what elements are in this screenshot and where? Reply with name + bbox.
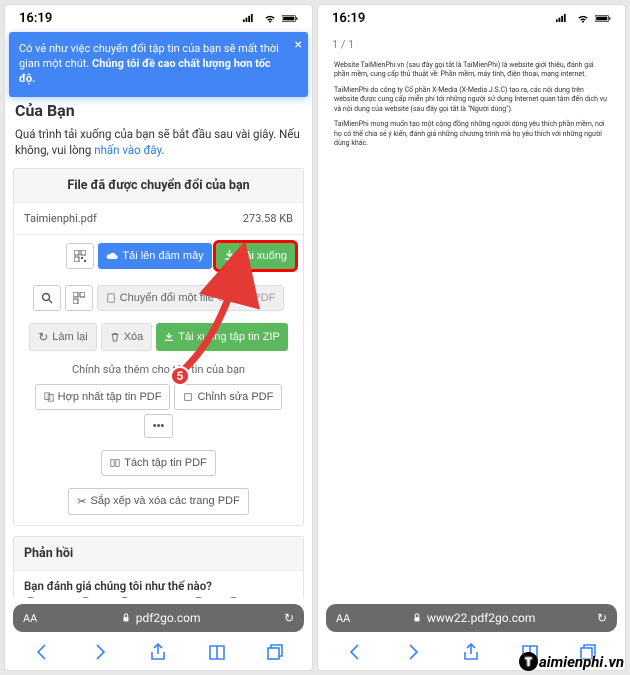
info-banner: × Có vẻ như việc chuyển đổi tập tin của … (9, 32, 308, 97)
right-phone: 16:19 1 / 1 Website TaiMienPhi.vn (sau đ… (317, 4, 626, 671)
feedback-question: Bạn đánh giá chúng tôi như thế nào? (14, 571, 303, 597)
merge-pdf-label: Hợp nhất tập tin PDF (58, 391, 162, 403)
split-pdf-button[interactable]: Tách tập tin PDF (101, 450, 216, 476)
share-button[interactable] (461, 642, 481, 662)
convert-again-label: Chuyển đổi một file (120, 292, 214, 304)
download-zip-button[interactable]: Tải xuống tập tin ZIP (156, 323, 288, 351)
status-icons-right (555, 13, 611, 24)
back-button[interactable] (345, 642, 365, 662)
redo-button[interactable]: ↻ Làm lại (29, 323, 97, 351)
status-bar: 16:19 (5, 5, 312, 28)
aa-button[interactable]: AA (23, 612, 37, 625)
bookmarks-button[interactable] (207, 642, 227, 662)
file-name: Taimienphi.pdf (24, 212, 97, 225)
download-zip-label: Tải xuống tập tin ZIP (178, 331, 280, 343)
feedback-opt-3[interactable]: Trung bình (118, 597, 184, 598)
delete-button[interactable]: Xóa (101, 323, 153, 351)
feedback-opt-2[interactable]: Tốt (79, 597, 110, 598)
cloud-upload-button[interactable]: Tải lên đám mây (98, 243, 211, 269)
sort-delete-label: Sắp xếp và xóa các trang PDF (91, 495, 240, 507)
convert-again-button[interactable]: Chuyển đổi một file c sang PDF (97, 285, 285, 311)
edit-pdf-label: Chỉnh sửa PDF (197, 391, 273, 403)
share-button[interactable] (148, 642, 168, 662)
download-label: Tải xuống (239, 250, 287, 262)
more-button[interactable]: ••• (144, 414, 174, 438)
safari-nav (5, 638, 312, 670)
lock-icon (412, 613, 422, 623)
status-icons (242, 13, 298, 24)
safari-chrome: AA pdf2go.com ↻ (5, 598, 312, 670)
page-paragraph: Quá trình tải xuống của bạn sẽ bắt đầu s… (15, 126, 302, 158)
pdf-document: Website TaiMienPhi.vn (sau đây gọi tắt l… (318, 55, 625, 161)
file-row: Taimienphi.pdf 273.58 KB (14, 203, 303, 235)
lock-icon (121, 613, 131, 623)
left-phone: 16:19 × Có vẻ như việc chuyển đổi tập ti… (4, 4, 313, 671)
split-pdf-label: Tách tập tin PDF (124, 457, 207, 469)
qr-button[interactable] (66, 243, 94, 269)
edit-pdf-button[interactable]: Chỉnh sửa PDF (174, 384, 282, 410)
feedback-card: Phản hồi Bạn đánh giá chúng tôi như thế … (13, 536, 304, 598)
right-content: 1 / 1 Website TaiMienPhi.vn (sau đây gọi… (318, 28, 625, 598)
reload-button-right[interactable]: ↻ (597, 611, 607, 625)
download-button[interactable]: Tải xuống (216, 243, 295, 269)
doc-p1: Website TaiMienPhi.vn (sau đây gọi tắt l… (334, 61, 609, 80)
url-text: pdf2go.com (136, 611, 201, 625)
forward-button[interactable] (90, 642, 110, 662)
feedback-opt-4[interactable]: Tệ (192, 597, 219, 598)
forward-button[interactable] (403, 642, 423, 662)
left-content: × Có vẻ như việc chuyển đổi tập tin của … (5, 28, 312, 598)
address-bar[interactable]: AA pdf2go.com ↻ (13, 604, 304, 632)
redo-label: Làm lại (52, 331, 87, 343)
click-here-link[interactable]: nhấn vào đây (94, 143, 161, 157)
status-time-right: 16:19 (332, 11, 365, 26)
card-title: File đã được chuyển đổi của bạn (14, 169, 303, 203)
cloud-upload-label: Tải lên đám mây (122, 250, 203, 262)
status-time: 16:19 (19, 11, 52, 26)
feedback-opt-5[interactable]: Rất tệ (227, 597, 270, 598)
sort-delete-button[interactable]: ✂ Sắp xếp và xóa các trang PDF (68, 488, 248, 515)
file-size: 273.58 KB (243, 212, 293, 225)
converted-file-card: File đã được chuyển đổi của bạn Taimienp… (13, 168, 304, 526)
feedback-opt-1[interactable]: Rất tốt (24, 597, 71, 598)
close-icon[interactable]: × (295, 36, 302, 55)
more-edit-title: Chỉnh sửa thêm cho tập tin của bạn (14, 357, 303, 378)
address-bar-right[interactable]: AA www22.pdf2go.com ↻ (326, 604, 617, 632)
back-button[interactable] (32, 642, 52, 662)
step-badge-5: 5 (170, 366, 190, 386)
page-indicator: 1 / 1 (318, 28, 625, 55)
url-text-right: www22.pdf2go.com (427, 611, 536, 625)
qr-button-2[interactable] (65, 285, 93, 311)
status-bar-right: 16:19 (318, 5, 625, 28)
tabs-button[interactable] (265, 642, 285, 662)
feedback-options: Rất tốt Tốt Trung bình Tệ Rất tệ (14, 597, 303, 598)
search-button[interactable] (33, 285, 61, 311)
feedback-title: Phản hồi (14, 537, 303, 571)
page-heading: Của Bạn (15, 101, 302, 120)
merge-pdf-button[interactable]: Hợp nhất tập tin PDF (35, 384, 171, 410)
reload-button[interactable]: ↻ (284, 611, 294, 625)
doc-p3: TaiMienPhi mong muốn tạo một cộng đồng n… (334, 120, 609, 148)
watermark: Taimienphi.vn (519, 652, 624, 671)
aa-button-right[interactable]: AA (336, 612, 350, 625)
doc-p2: TaiMienPhi do công ty Cổ phần X-Media (X… (334, 86, 609, 114)
delete-label: Xóa (124, 331, 144, 343)
